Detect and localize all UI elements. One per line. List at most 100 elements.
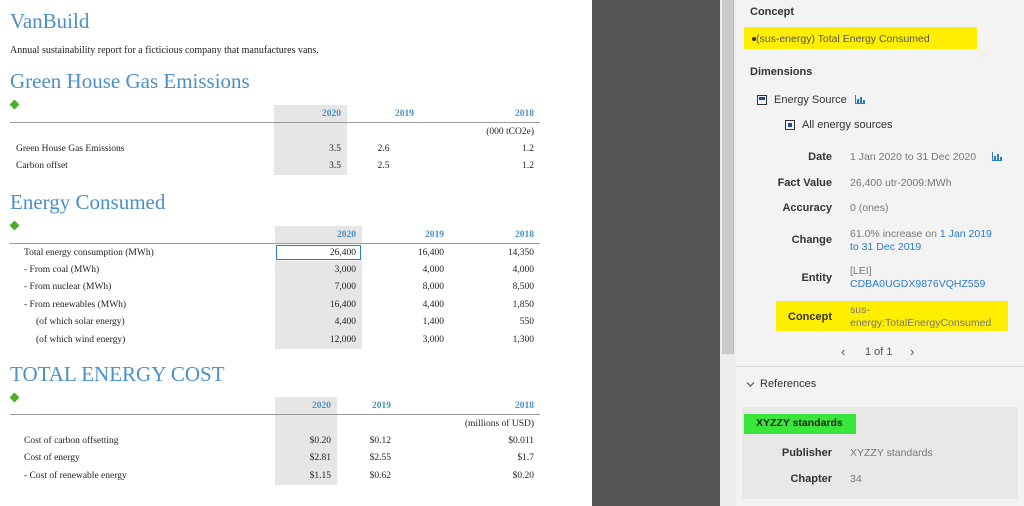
- chart-icon[interactable]: [855, 95, 865, 104]
- concept-label: Concept: [788, 311, 832, 323]
- member-checkbox[interactable]: [785, 120, 795, 130]
- year-header: 2020: [275, 226, 362, 244]
- viewer-background: [592, 0, 720, 506]
- fact-cell[interactable]: 4,000: [362, 261, 450, 279]
- fact-cell[interactable]: 1,300: [450, 331, 540, 349]
- fact-cell[interactable]: 3.5: [274, 140, 347, 158]
- concept-qname: sus- energy:TotalEnergyConsumed: [850, 304, 991, 330]
- bullet-icon: [752, 37, 756, 41]
- document-viewer: VanBuild Annual sustainability report fo…: [0, 0, 592, 506]
- fact-cell[interactable]: 3.5: [274, 157, 347, 175]
- concept-prefix: sus-: [850, 304, 870, 316]
- pager-text: 1 of 1: [865, 346, 893, 358]
- fact-cell[interactable]: 2.5: [347, 158, 420, 176]
- dimension-checkbox[interactable]: [757, 95, 767, 105]
- row-label: - From nuclear (MWh): [24, 282, 112, 293]
- change-value: 61.0% increase on 1 Jan 2019 to 31 Dec 2…: [850, 228, 992, 254]
- report-subtitle: Annual sustainability report for a ficti…: [10, 45, 319, 56]
- fact-cell[interactable]: 4,400: [275, 313, 362, 331]
- unit-label: (000 tCO2e): [486, 126, 534, 137]
- fact-cell[interactable]: $2.55: [337, 450, 397, 468]
- fact-cell[interactable]: 3,000: [275, 261, 362, 279]
- entity-identifier-link[interactable]: CDBA0UGDX9876VQHZ559: [850, 278, 985, 290]
- table-header-row: 2020 2019 2018: [10, 105, 540, 123]
- fact-cell[interactable]: $0.011: [397, 432, 540, 450]
- fact-cell[interactable]: 8,000: [362, 279, 450, 297]
- fact-cell[interactable]: $0.20: [397, 467, 540, 485]
- cost-table: 2020 2019 2018 (millions of USD) Cost of…: [10, 397, 540, 485]
- change-period-link-end[interactable]: to 31 Dec 2019: [850, 241, 921, 253]
- dimension-member: All energy sources: [802, 119, 893, 131]
- row-label: Cost of energy: [24, 453, 80, 464]
- cost-section-title: TOTAL ENERGY COST: [10, 362, 225, 386]
- fact-cell[interactable]: 16,400: [362, 244, 450, 262]
- concept-heading: Concept: [750, 6, 794, 18]
- fact-cell[interactable]: 8,500: [450, 279, 540, 297]
- row-label: Cost of carbon offsetting: [24, 435, 119, 446]
- concept-highlight: (sus-energy) Total Energy Consumed: [744, 27, 977, 49]
- accuracy-label: Accuracy: [782, 202, 832, 214]
- chart-icon[interactable]: [992, 152, 1002, 161]
- fact-cell[interactable]: 4,000: [450, 261, 540, 279]
- reference-card: XYZZY standards Publisher XYZZY standard…: [742, 407, 1018, 499]
- table-row: (of which solar energy) 4,400 1,400 550: [10, 313, 540, 332]
- publisher-label: Publisher: [781, 447, 832, 459]
- year-header: 2018: [397, 397, 540, 415]
- pager-next-button[interactable]: ›: [910, 344, 914, 359]
- references-heading[interactable]: References: [760, 378, 816, 390]
- table-row: - From renewables (MWh) 16,400 4,400 1,8…: [10, 296, 540, 314]
- table-row: Cost of carbon offsetting $0.20 $0.12 $0…: [10, 432, 540, 450]
- change-period-link[interactable]: 1 Jan 2019: [940, 228, 992, 240]
- row-label: Green House Gas Emissions: [16, 143, 125, 154]
- row-label: Carbon offset: [16, 161, 68, 172]
- chapter-value: 34: [850, 473, 862, 485]
- fact-cell[interactable]: 1.2: [420, 140, 540, 158]
- fact-cell[interactable]: 550: [450, 314, 540, 332]
- divider: [736, 366, 1024, 367]
- date-label: Date: [808, 151, 832, 163]
- fact-cell[interactable]: 7,000: [275, 278, 362, 296]
- row-label: Total energy consumption (MWh): [24, 247, 154, 258]
- row-label: (of which solar energy): [36, 317, 125, 328]
- row-label: - From renewables (MWh): [24, 299, 127, 310]
- table-row: - From nuclear (MWh) 7,000 8,000 8,500: [10, 278, 540, 297]
- chevron-down-icon[interactable]: [746, 381, 755, 388]
- energy-section-title: Energy Consumed: [10, 190, 166, 214]
- publisher-value: XYZZY standards: [850, 447, 933, 459]
- fact-cell[interactable]: $2.81: [275, 449, 337, 467]
- dimension-name: Energy Source: [774, 94, 847, 106]
- unit-row: (000 tCO2e): [10, 122, 540, 140]
- concept-value: (sus-energy) Total Energy Consumed: [756, 33, 930, 45]
- table-row: - From coal (MWh) 3,000 4,000 4,000: [10, 261, 540, 279]
- scrollbar-thumb[interactable]: [722, 0, 734, 354]
- fact-cell[interactable]: $1.7: [397, 450, 540, 468]
- year-header: 2018: [420, 105, 540, 123]
- pager-prev-button[interactable]: ‹: [841, 344, 845, 359]
- fact-cell[interactable]: $0.12: [337, 432, 397, 450]
- reference-title: XYZZY standards: [756, 417, 843, 429]
- fact-cell[interactable]: 3,000: [362, 331, 450, 349]
- date-value: 1 Jan 2020 to 31 Dec 2020: [850, 151, 977, 163]
- year-header: 2020: [275, 397, 337, 415]
- fact-cell[interactable]: 16,400: [275, 296, 362, 314]
- fact-cell[interactable]: 1,850: [450, 296, 540, 314]
- fact-cell[interactable]: 1.2: [420, 158, 540, 176]
- fact-inspector-panel: Concept (sus-energy) Total Energy Consum…: [736, 0, 1024, 506]
- selected-fact-cell[interactable]: 26,400: [275, 243, 362, 261]
- table-row: Green House Gas Emissions 3.5 2.6 1.2: [10, 140, 540, 158]
- fact-cell[interactable]: $1.15: [275, 467, 337, 485]
- fact-value: 26,400 utr-2009:MWh: [850, 177, 952, 189]
- year-header: 2020: [274, 105, 347, 123]
- entity-scheme: [LEI]: [850, 265, 872, 277]
- fact-cell[interactable]: 2.6: [347, 140, 420, 158]
- year-header: 2019: [347, 105, 420, 123]
- fact-cell[interactable]: 12,000: [275, 331, 362, 349]
- company-title: VanBuild: [10, 9, 90, 33]
- fact-cell[interactable]: $0.62: [337, 467, 397, 485]
- fact-cell[interactable]: $0.20: [275, 432, 337, 450]
- fact-cell[interactable]: 14,350: [450, 244, 540, 262]
- fact-cell[interactable]: 4,400: [362, 296, 450, 314]
- entity-label: Entity: [801, 272, 832, 284]
- energy-table: 2020 2019 2018 Total energy consumption …: [10, 226, 540, 349]
- fact-cell[interactable]: 1,400: [362, 314, 450, 332]
